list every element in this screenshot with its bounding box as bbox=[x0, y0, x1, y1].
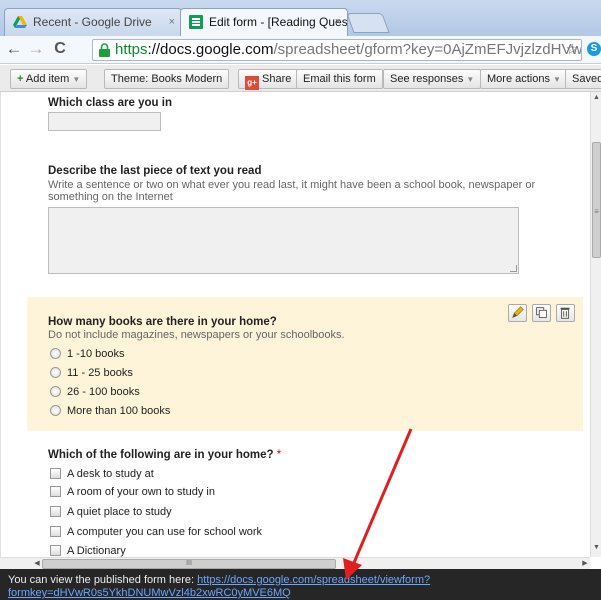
resize-grip-icon[interactable] bbox=[510, 265, 517, 272]
radio-option[interactable]: 26 - 100 books bbox=[50, 384, 140, 400]
delete-trash-icon[interactable] bbox=[556, 304, 575, 322]
saved-status-button[interactable]: Saved bbox=[565, 69, 601, 89]
browser-navigation-bar: ← → C https://docs.google.com/spreadshee… bbox=[0, 36, 601, 64]
option-label: A quiet place to study bbox=[67, 506, 172, 518]
chevron-down-icon: ▼ bbox=[552, 75, 561, 84]
form-toolbar: + Add item ▼ Theme: Books Modern g+ Share … bbox=[0, 65, 601, 92]
radio-button[interactable] bbox=[50, 386, 61, 397]
duplicate-icon[interactable] bbox=[532, 304, 551, 322]
question-books-label: How many books are there in your home? bbox=[48, 316, 277, 328]
url-path: /spreadsheet/gform?key=0AjZmEFJvjzlzdHVw… bbox=[273, 41, 582, 58]
address-bar[interactable]: https://docs.google.com/spreadsheet/gfor… bbox=[92, 39, 582, 61]
option-label: 26 - 100 books bbox=[67, 386, 140, 398]
question-home-items-text: Which of the following are in your home? bbox=[48, 449, 274, 461]
checkbox-option[interactable]: A Dictionary bbox=[50, 543, 126, 557]
form-editor-viewport: Which class are you in Describe the last… bbox=[0, 92, 590, 557]
radio-option[interactable]: More than 100 books bbox=[50, 403, 170, 419]
scroll-grip-icon: ≡ bbox=[594, 207, 599, 216]
forward-arrow-icon[interactable]: → bbox=[26, 39, 46, 61]
option-label: A room of your own to study in bbox=[67, 486, 215, 498]
tab-title: Recent - Google Drive bbox=[33, 15, 152, 29]
last-text-paragraph-input[interactable] bbox=[48, 207, 519, 274]
plus-icon: + bbox=[17, 73, 24, 85]
radio-button[interactable] bbox=[50, 348, 61, 359]
url-scheme: https bbox=[115, 41, 148, 58]
more-actions-label: More actions bbox=[487, 73, 550, 85]
option-label: More than 100 books bbox=[67, 405, 171, 417]
chevron-down-icon: ▼ bbox=[466, 75, 475, 84]
tab-title: Edit form - [Reading Quest bbox=[209, 15, 348, 29]
tab-close-icon[interactable]: × bbox=[335, 9, 341, 35]
radio-option[interactable]: 1 -10 books bbox=[50, 346, 124, 362]
chevron-down-icon: ▼ bbox=[72, 75, 81, 84]
tab-recent-google-drive[interactable]: Recent - Google Drive × bbox=[4, 8, 182, 36]
browser-tab-strip: Recent - Google Drive × Edit form - [Rea… bbox=[0, 0, 601, 36]
option-label: A Dictionary bbox=[67, 545, 126, 557]
tab-close-icon[interactable]: × bbox=[169, 9, 175, 35]
class-text-input[interactable] bbox=[48, 112, 161, 131]
checkbox[interactable] bbox=[50, 526, 61, 537]
add-item-label: Add item bbox=[25, 73, 70, 85]
see-responses-button[interactable]: See responses ▼ bbox=[383, 69, 482, 89]
published-form-link-part-2: formkey=dHVwR0s5YkhDNUMwVzl4b2xwRC0yMVE6… bbox=[8, 587, 291, 599]
question-home-items-label: Which of the following are in your home?… bbox=[48, 449, 281, 461]
required-asterisk: * bbox=[276, 449, 282, 461]
option-label: A desk to study at bbox=[67, 468, 154, 480]
radio-button[interactable] bbox=[50, 405, 61, 416]
checkbox-option[interactable]: A desk to study at bbox=[50, 466, 154, 482]
question-last-text-help-2: something on the Internet bbox=[48, 191, 173, 203]
option-label: A computer you can use for school work bbox=[67, 526, 263, 538]
reload-icon[interactable]: C bbox=[50, 39, 70, 61]
url-host: ://docs.google.com bbox=[147, 41, 274, 58]
checkbox[interactable] bbox=[50, 506, 61, 517]
google-sheets-icon bbox=[189, 15, 203, 29]
copy-icon bbox=[536, 307, 547, 318]
edit-pencil-icon[interactable] bbox=[508, 304, 527, 322]
email-form-button[interactable]: Email this form bbox=[296, 69, 383, 89]
theme-button[interactable]: Theme: Books Modern bbox=[104, 69, 230, 89]
skype-extension-icon[interactable]: S bbox=[587, 42, 601, 56]
question-last-text-help: Write a sentence or two on what ever you… bbox=[48, 179, 536, 191]
see-responses-label: See responses bbox=[390, 73, 464, 85]
question-class-label: Which class are you in bbox=[48, 97, 172, 109]
scroll-down-arrow-icon[interactable]: ▼ bbox=[591, 544, 601, 551]
pencil-icon bbox=[512, 306, 524, 319]
published-form-bar: You can view the published form here: ht… bbox=[0, 569, 601, 600]
checkbox-option[interactable]: A quiet place to study bbox=[50, 504, 172, 520]
back-arrow-icon[interactable]: ← bbox=[4, 39, 24, 61]
add-item-button[interactable]: + Add item ▼ bbox=[10, 69, 88, 89]
scroll-corner bbox=[0, 557, 32, 569]
horizontal-scroll-thumb[interactable]: III bbox=[42, 559, 336, 569]
vertical-scrollbar[interactable]: ▲ ≡ ▼ bbox=[590, 92, 601, 557]
bookmark-star-icon[interactable]: ☆ bbox=[566, 40, 579, 60]
trash-icon bbox=[560, 307, 570, 319]
radio-button[interactable] bbox=[50, 367, 61, 378]
more-actions-button[interactable]: More actions ▼ bbox=[480, 69, 568, 89]
published-form-text: You can view the published form here: bbox=[8, 574, 198, 586]
radio-option[interactable]: 11 - 25 books bbox=[50, 365, 133, 381]
vertical-scroll-thumb[interactable] bbox=[592, 142, 601, 258]
google-drive-icon bbox=[13, 16, 27, 28]
option-label: 1 -10 books bbox=[67, 348, 125, 360]
question-books-help: Do not include magazines, newspapers or … bbox=[48, 329, 345, 341]
share-label: Share bbox=[262, 73, 292, 85]
lock-icon bbox=[99, 43, 110, 57]
checkbox[interactable] bbox=[50, 545, 61, 556]
checkbox[interactable] bbox=[50, 486, 61, 497]
published-form-link-part-1: https://docs.google.com/spreadsheet/view… bbox=[197, 574, 431, 586]
new-tab-button[interactable] bbox=[346, 13, 390, 33]
checkbox-option[interactable]: A room of your own to study in bbox=[50, 484, 215, 500]
google-plus-icon: g+ bbox=[245, 76, 259, 90]
checkbox-option[interactable]: A computer you can use for school work bbox=[50, 524, 262, 540]
checkbox[interactable] bbox=[50, 468, 61, 479]
tab-edit-form[interactable]: Edit form - [Reading Quest × bbox=[180, 8, 348, 36]
horizontal-scrollbar[interactable]: ◀ III ▶ bbox=[32, 557, 590, 569]
question-last-text-label: Describe the last piece of text you read bbox=[48, 165, 262, 177]
scroll-up-arrow-icon[interactable]: ▲ bbox=[591, 94, 601, 101]
option-label: 11 - 25 books bbox=[67, 367, 133, 379]
share-button[interactable]: g+ Share bbox=[238, 69, 299, 90]
